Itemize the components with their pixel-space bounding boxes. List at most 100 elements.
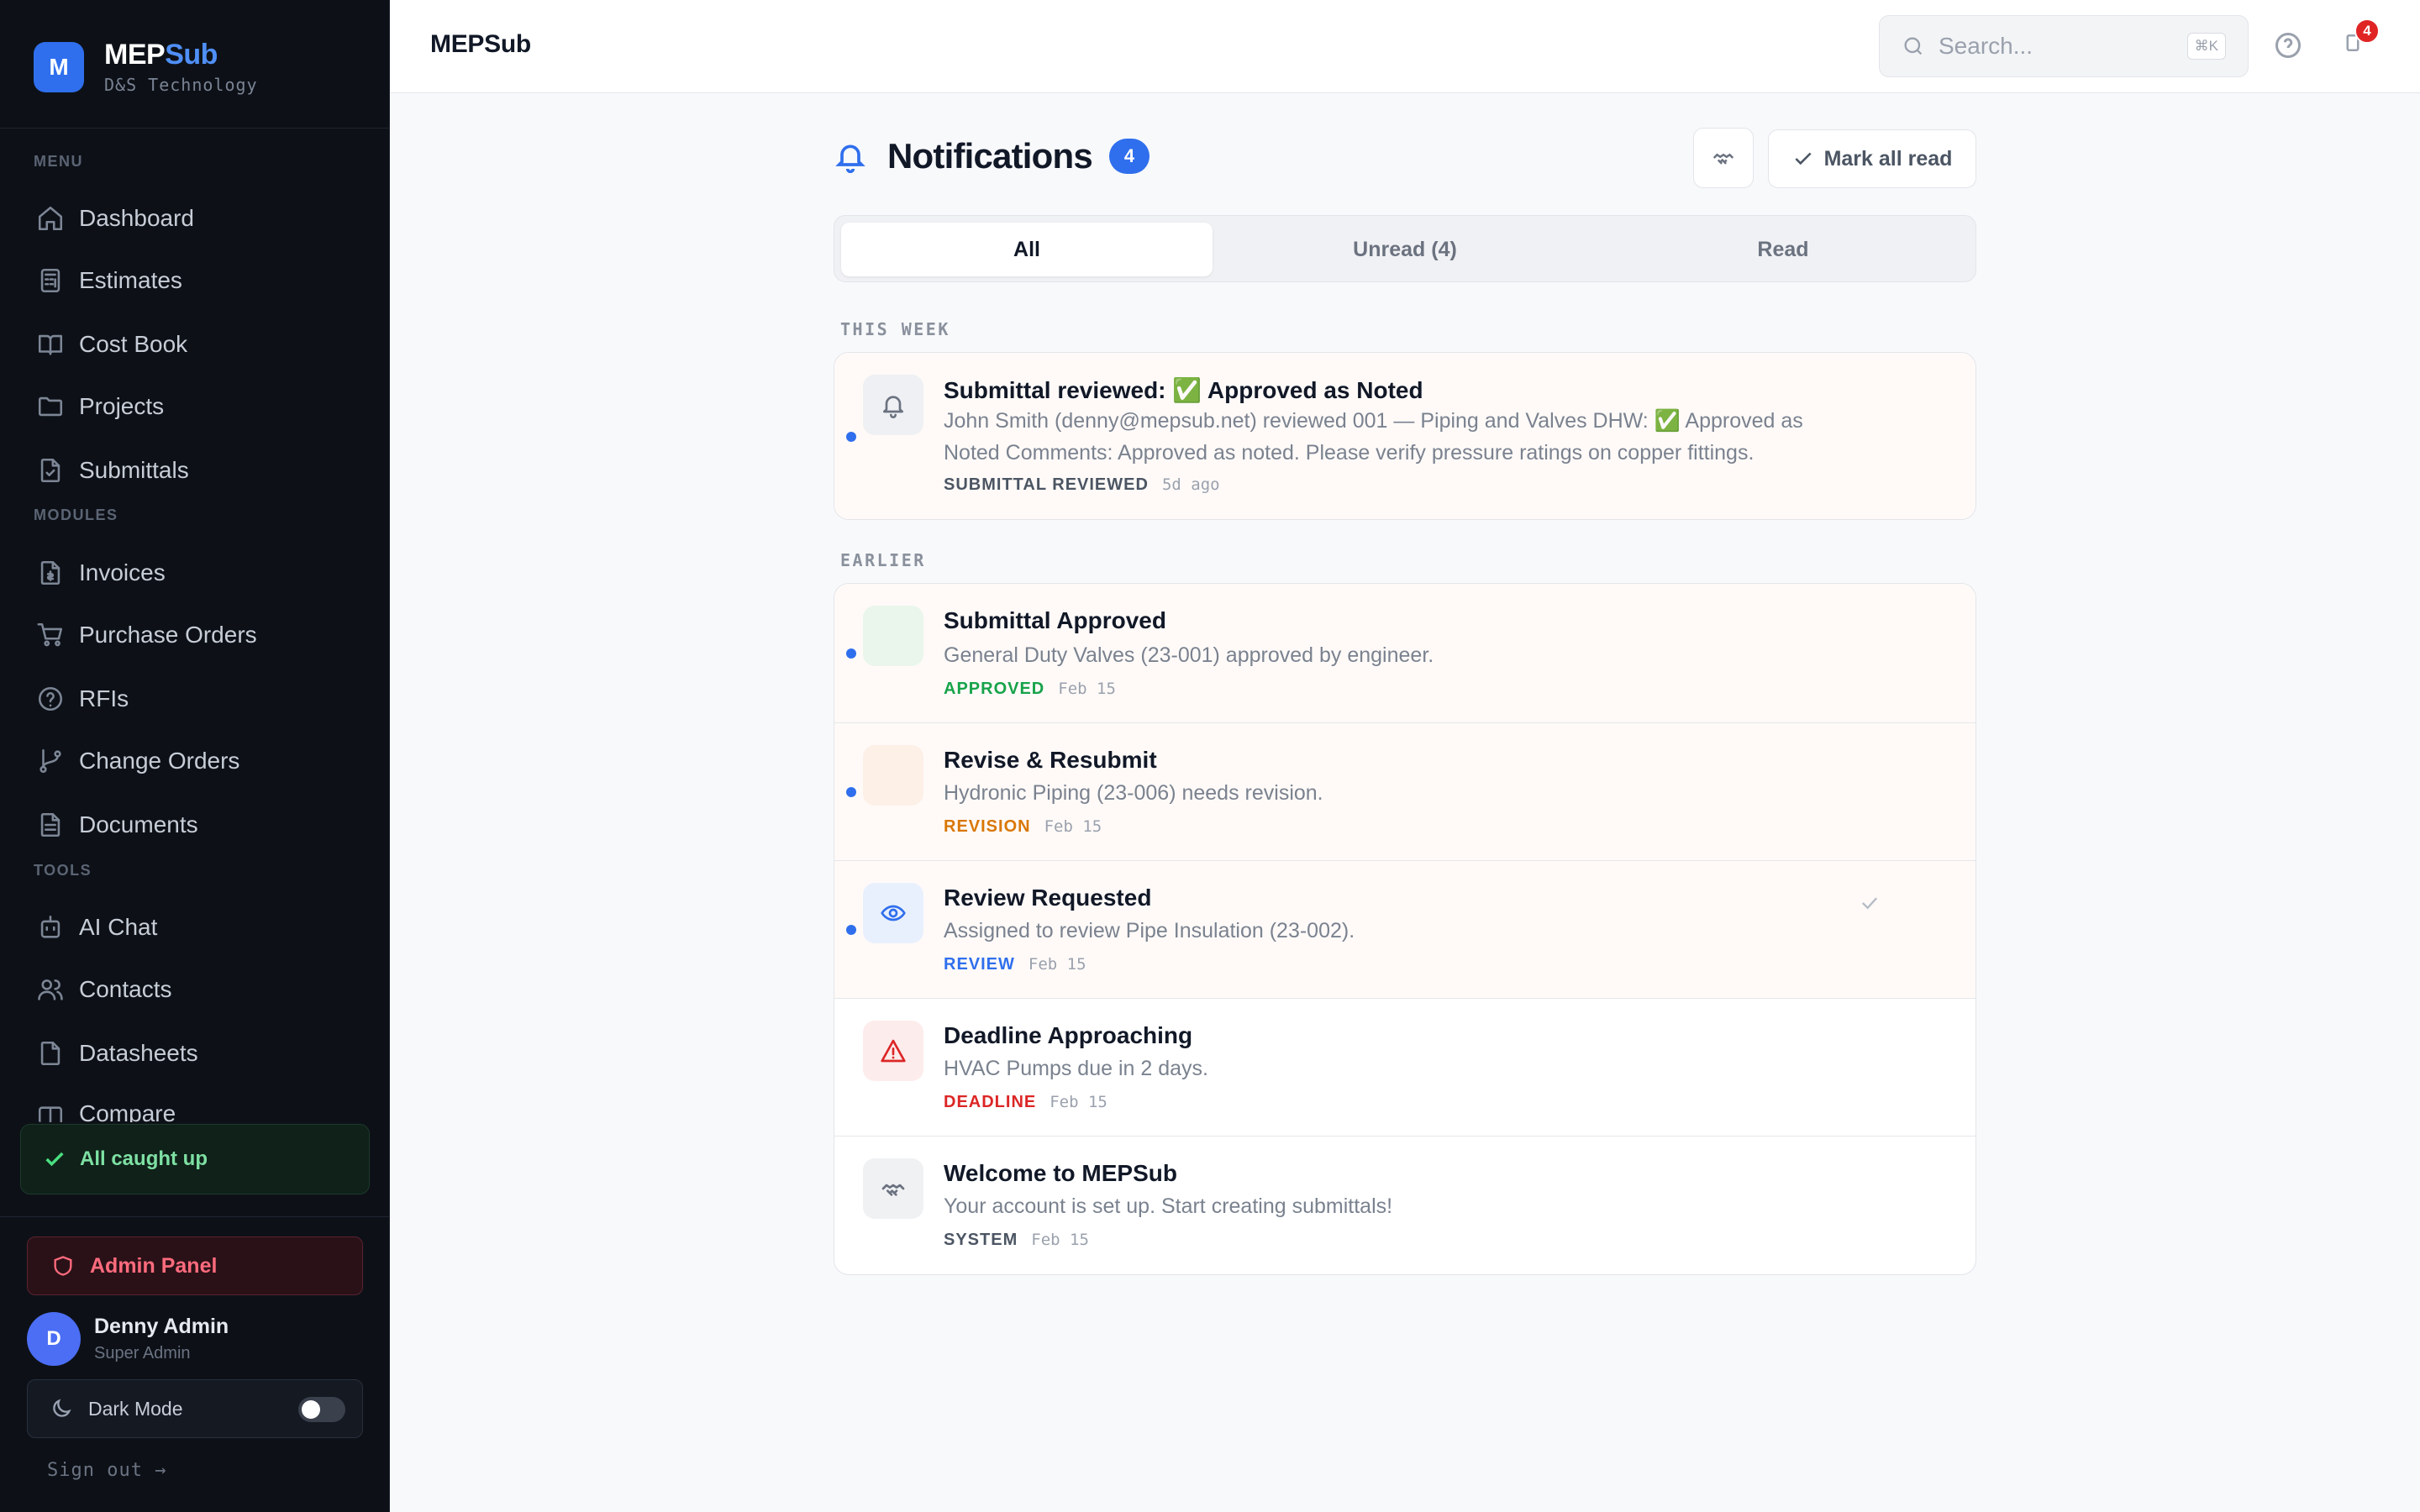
dark-mode-toggle[interactable] [298,1397,345,1422]
notification-time: 5d ago [1161,475,1220,494]
notification-tag: SYSTEM [944,1231,1018,1249]
notification-body: Hydronic Piping (23-006) needs revision. [944,781,1323,805]
sidebar-item-change-orders[interactable]: Change Orders [34,738,361,785]
group-label-earlier: EARLIER [840,550,926,570]
sidebar-item-label: Datasheets [79,1040,198,1066]
sidebar-item-label: Projects [79,393,165,419]
notification-time: Feb 15 [1050,1093,1107,1111]
notification-tabs: All Unread (4) Read [834,215,1976,282]
brand[interactable]: M MEPSub D&S Technology [34,39,258,95]
tab-unread[interactable]: Unread (4) [1219,223,1591,276]
admin-panel-label: Admin Panel [90,1253,218,1278]
search-placeholder: Search... [1939,33,2033,59]
page-title: MEPSub [430,30,531,58]
sidebar-item-rfis[interactable]: RFIs [34,675,361,722]
caught-up-banner: All caught up [20,1124,370,1194]
sidebar-item-label: Submittals [79,457,189,483]
search-icon [1904,37,1923,55]
sidebar-item-label: Contacts [79,976,172,1002]
document-icon [34,808,67,842]
tab-read[interactable]: Read [1597,223,1969,276]
notification-group-this-week: Submittal reviewed: ✅ Approved as Noted … [834,352,1976,520]
file-icon [34,1037,67,1070]
handshake-icon [863,1158,923,1219]
sidebar-item-documents[interactable]: Documents [34,801,361,848]
sidebar-item-label: Change Orders [79,748,240,774]
sidebar-item-compare[interactable]: Compare [34,1092,361,1122]
check-icon [1794,152,1812,165]
group-label-this-week: THIS WEEK [840,319,950,339]
notification-title: Deadline Approaching [944,1022,1193,1048]
notification-meta: APPROVED Feb 15 [944,680,1116,699]
notification-title: Welcome to MEPSub [944,1160,1177,1186]
sidebar-item-invoices[interactable]: Invoices [34,549,361,596]
compare-icon [34,1100,67,1122]
notification-tag: REVIEW [944,955,1015,974]
sidebar-item-datasheets[interactable]: Datasheets [34,1030,361,1077]
notification-meta: DEADLINE Feb 15 [944,1093,1107,1112]
unread-dot [846,648,856,659]
sidebar-item-label: Cost Book [79,331,188,357]
notification-time: Feb 15 [1058,680,1116,698]
section-label-menu: MENU [34,153,83,170]
file-check-icon [34,454,67,487]
sidebar-item-label: Documents [79,811,198,837]
notification-item[interactable]: Review Requested Assigned to review Pipe… [834,861,1975,998]
invoice-icon [34,556,67,590]
notification-item[interactable]: Revise & Resubmit Hydronic Piping (23-00… [834,723,1975,860]
question-circle-icon [34,682,67,716]
notification-body: John Smith (denny@mepsub.net) reviewed 0… [944,409,1803,465]
divider [0,128,390,129]
notification-time: Feb 15 [1044,817,1102,836]
notifications-count-badge: 4 [1108,139,1150,174]
sidebar-item-purchase-orders[interactable]: Purchase Orders [34,612,361,659]
notification-item[interactable]: Deadline Approaching HVAC Pumps due in 2… [834,999,1975,1136]
sidebar-item-label: AI Chat [79,914,158,940]
notification-body: HVAC Pumps due in 2 days. [944,1057,1208,1080]
admin-panel-button[interactable]: Admin Panel [27,1236,363,1295]
notification-meta: REVIEW Feb 15 [944,955,1086,974]
topbar: MEPSub Search... ⌘K 4 [391,0,2420,93]
unread-dot [846,787,856,797]
section-label-tools: TOOLS [34,862,92,879]
search-input[interactable]: Search... ⌘K [1879,15,2249,77]
sidebar: M MEPSub D&S Technology MENU Dashboard E… [0,0,390,1512]
notification-tag: DEADLINE [944,1093,1037,1111]
notification-tag: REVISION [944,817,1031,836]
sidebar-item-submittals[interactable]: Submittals [34,447,361,494]
sidebar-item-dashboard[interactable]: Dashboard [34,195,361,242]
handshake-icon [1712,153,1734,165]
notification-item[interactable]: Welcome to MEPSub Your account is set up… [834,1137,1975,1274]
unread-dot [846,925,856,935]
sidebar-item-contacts[interactable]: Contacts [34,966,361,1013]
notifications-title: Notifications [887,136,1093,176]
notification-tag: SUBMITTAL REVIEWED [944,475,1149,494]
sidebar-item-projects[interactable]: Projects [34,383,361,430]
sidebar-item-cost-book[interactable]: Cost Book [34,321,361,368]
sidebar-item-estimates[interactable]: Estimates [34,257,361,304]
sign-out-link[interactable]: Sign out → [47,1460,166,1481]
warning-icon [863,1021,923,1081]
notification-settings-button[interactable] [1693,128,1754,188]
notification-title: Submittal reviewed: ✅ Approved as Noted [944,377,1423,403]
sidebar-item-ai-chat[interactable]: AI Chat [34,904,361,951]
notification-item[interactable]: Submittal reviewed: ✅ Approved as Noted … [834,353,1975,519]
bell-icon [835,144,865,173]
mark-all-read-button[interactable]: Mark all read [1768,129,1976,188]
notification-meta: SYSTEM Feb 15 [944,1231,1089,1250]
user-name: Denny Admin [94,1315,229,1338]
tab-all[interactable]: All [841,223,1213,276]
home-icon [34,202,67,235]
help-icon[interactable] [2273,30,2303,60]
caught-up-label: All caught up [80,1147,208,1170]
search-shortcut: ⌘K [2186,33,2226,60]
dark-mode-label: Dark Mode [88,1397,183,1420]
git-branch-icon [34,744,67,778]
notification-item[interactable]: Submittal Approved General Duty Valves (… [834,584,1975,722]
company-name: D&S Technology [104,75,258,95]
notification-meta: SUBMITTAL REVIEWED 5d ago [944,475,1220,495]
mark-read-check-icon[interactable] [1858,891,1881,915]
check-icon [45,1152,64,1167]
eye-icon [863,883,923,943]
user-profile[interactable]: D Denny Admin Super Admin [27,1312,229,1366]
